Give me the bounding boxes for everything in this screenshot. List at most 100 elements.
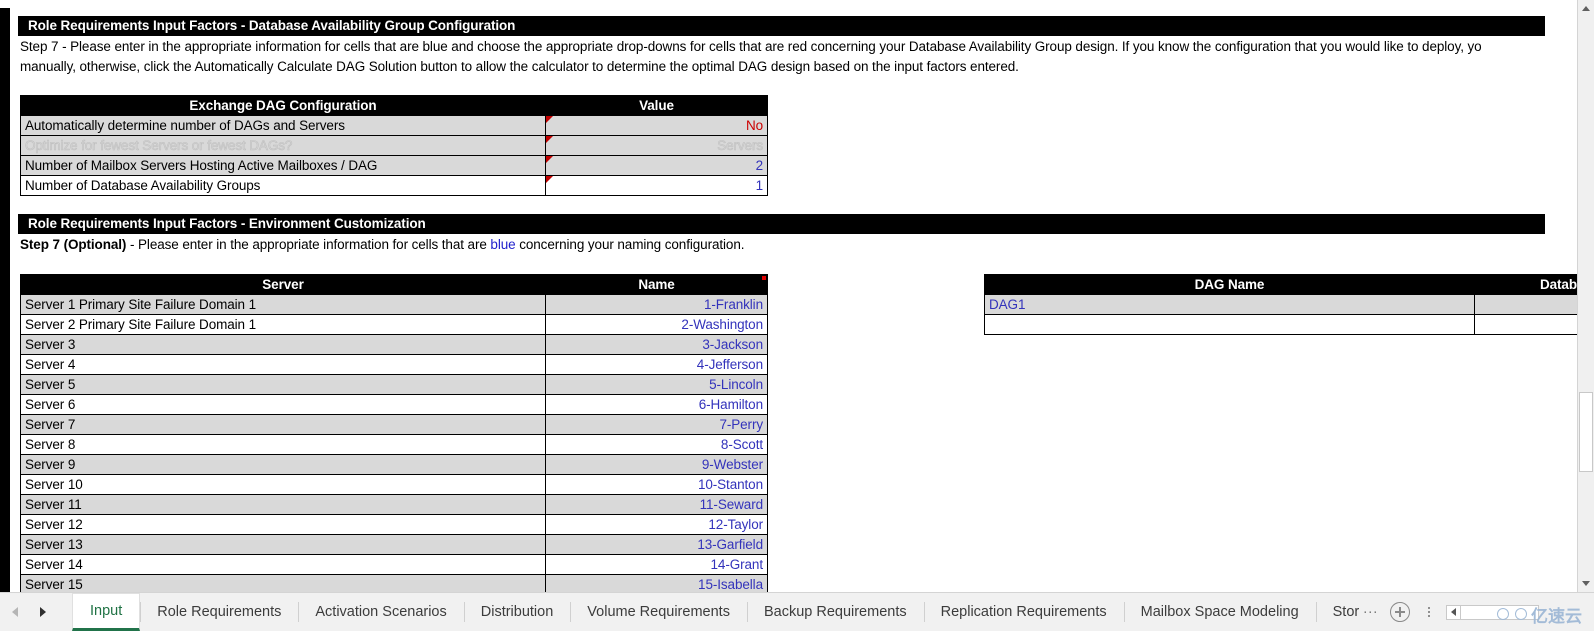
sheet-nav-arrows[interactable] [0, 593, 72, 631]
tab-role-requirements[interactable]: Role Requirements [140, 593, 298, 631]
table-header-row: Exchange DAG Configuration Value [20, 95, 768, 116]
dag-config-label-cell: Optimize for fewest Servers or fewest DA… [20, 135, 546, 156]
table-row[interactable]: Server 2 Primary Site Failure Domain 1 2-… [20, 314, 768, 335]
server-name-cell[interactable]: 2-Washington [545, 314, 768, 335]
dag-database-cell[interactable] [1474, 294, 1577, 315]
server-label-cell: Server 4 [20, 354, 546, 375]
scroll-down-button[interactable] [1578, 575, 1594, 592]
tab-activation-scenarios[interactable]: Activation Scenarios [298, 593, 463, 631]
server-name-cell[interactable]: 4-Jefferson [545, 354, 768, 375]
table-row[interactable]: Server 5 5-Lincoln [20, 374, 768, 395]
server-naming-table[interactable]: Server Name Server 1 Primary Site Failur… [20, 274, 768, 592]
server-label-cell: Server 6 [20, 394, 546, 415]
table-row[interactable]: Server 12 12-Taylor [20, 514, 768, 535]
server-name-cell[interactable]: 7-Perry [545, 414, 768, 435]
sheet-options-kebab-icon[interactable] [1428, 607, 1431, 617]
table-row[interactable]: Server 6 6-Hamilton [20, 394, 768, 415]
table-row[interactable]: Optimize for fewest Servers or fewest DA… [20, 135, 768, 156]
vertical-scrollbar-thumb[interactable] [1579, 392, 1593, 472]
section-header-environment-customization: Role Requirements Input Factors - Enviro… [18, 214, 1545, 234]
server-name-cell[interactable]: 5-Lincoln [545, 374, 768, 395]
table-row[interactable]: Number of Mailbox Servers Hosting Active… [20, 155, 768, 176]
dag-config-value-cell[interactable]: Servers [545, 135, 768, 156]
section-header-dag-configuration: Role Requirements Input Factors - Databa… [18, 16, 1545, 36]
vertical-scrollbar[interactable] [1577, 0, 1594, 592]
server-label-cell: Server 13 [20, 534, 546, 555]
dag-config-value-cell[interactable]: 1 [545, 175, 768, 196]
table-row[interactable]: Server 4 4-Jefferson [20, 354, 768, 375]
dag-name-cell[interactable]: DAG1 [984, 294, 1475, 315]
table-row[interactable]: Automatically determine number of DAGs a… [20, 115, 768, 136]
table-row[interactable] [984, 314, 1577, 335]
server-name-cell[interactable]: 3-Jackson [545, 334, 768, 355]
table-row[interactable]: Server 10 10-Stanton [20, 474, 768, 495]
dag-config-value-cell[interactable]: No [545, 115, 768, 136]
table-row[interactable]: Server 7 7-Perry [20, 414, 768, 435]
table-row[interactable]: Number of Database Availability Groups 1 [20, 175, 768, 196]
dag-name-cell[interactable] [984, 314, 1475, 335]
dag-config-label-cell: Number of Database Availability Groups [20, 175, 546, 196]
server-label-cell: Server 12 [20, 514, 546, 535]
server-name-cell[interactable]: 15-Isabella [545, 574, 768, 592]
section2-step-label: Step 7 (Optional) [20, 237, 127, 252]
server-name-cell[interactable]: 10-Stanton [545, 474, 768, 495]
table-row[interactable]: Server 14 14-Grant [20, 554, 768, 575]
scroll-up-button[interactable] [1578, 0, 1594, 17]
tab-stor[interactable]: Stor [1315, 593, 1364, 631]
dag-config-label-cell: Automatically determine number of DAGs a… [20, 115, 546, 136]
server-name-cell[interactable]: 12-Taylor [545, 514, 768, 535]
sheet-left-gutter [0, 8, 10, 592]
dag-configuration-table[interactable]: Exchange DAG Configuration Value Automat… [20, 95, 768, 196]
previous-sheet-arrow-icon[interactable] [12, 607, 18, 617]
dag-database-cell[interactable] [1474, 314, 1577, 335]
worksheet-grid[interactable]: Role Requirements Input Factors - Databa… [0, 0, 1577, 592]
column-header-name: Name [545, 274, 768, 295]
column-header-dag-name: DAG Name [984, 274, 1475, 295]
server-label-cell: Server 10 [20, 474, 546, 495]
table-row[interactable]: Server 1 Primary Site Failure Domain 1 1-… [20, 294, 768, 315]
tab-overflow-ellipsis[interactable]: ... [1363, 601, 1384, 623]
next-sheet-arrow-icon[interactable] [40, 607, 46, 617]
dag-name-table[interactable]: DAG Name Datab DAG1 [984, 274, 1577, 335]
dag-config-label-cell: Number of Mailbox Servers Hosting Active… [20, 155, 546, 176]
server-label-cell: Server 15 [20, 574, 546, 592]
table-row[interactable]: Server 13 13-Garfield [20, 534, 768, 555]
table-row[interactable]: Server 9 9-Webster [20, 454, 768, 475]
table-row[interactable]: Server 15 15-Isabella [20, 574, 768, 592]
server-name-cell[interactable]: 6-Hamilton [545, 394, 768, 415]
tab-mailbox-space-modeling[interactable]: Mailbox Space Modeling [1123, 593, 1316, 631]
sheet-tabs[interactable]: Input Role Requirements Activation Scenari… [72, 593, 1363, 631]
chevron-down-icon [1582, 581, 1590, 586]
dag-config-value-cell[interactable]: 2 [545, 155, 768, 176]
table-row[interactable]: Server 11 11-Seward [20, 494, 768, 515]
column-header-value: Value [545, 95, 768, 116]
tab-volume-requirements[interactable]: Volume Requirements [570, 593, 747, 631]
section2-description: Step 7 (Optional) - Please enter in the … [20, 235, 1220, 255]
table-row[interactable]: Server 8 8-Scott [20, 434, 768, 455]
server-label-cell: Server 7 [20, 414, 546, 435]
section2-description-blue-word: blue [490, 237, 516, 252]
server-name-cell[interactable]: 1-Franklin [545, 294, 768, 315]
scroll-left-button[interactable] [1446, 604, 1462, 620]
sheet-top-margin [0, 0, 1577, 8]
server-name-cell[interactable]: 14-Grant [545, 554, 768, 575]
tab-replication-requirements[interactable]: Replication Requirements [923, 593, 1124, 631]
server-label-cell: Server 9 [20, 454, 546, 475]
add-sheet-button[interactable] [1390, 602, 1411, 622]
tab-distribution[interactable]: Distribution [463, 593, 571, 631]
server-name-cell[interactable]: 9-Webster [545, 454, 768, 475]
excel-worksheet-window: Role Requirements Input Factors - Databa… [0, 0, 1594, 631]
section2-description-suffix: concerning your naming configuration. [515, 237, 745, 252]
tab-backup-requirements[interactable]: Backup Requirements [746, 593, 924, 631]
tab-input[interactable]: Input [72, 593, 141, 631]
server-name-cell[interactable]: 13-Garfield [545, 534, 768, 555]
table-row[interactable]: DAG1 [984, 294, 1577, 315]
server-name-cell[interactable]: 8-Scott [545, 434, 768, 455]
sheet-tab-bar[interactable]: Input Role Requirements Activation Scenari… [0, 592, 1594, 631]
chevron-left-icon [1451, 608, 1457, 616]
table-header-row: Server Name [20, 274, 768, 295]
server-name-cell[interactable]: 11-Seward [545, 494, 768, 515]
horizontal-scrollbar[interactable] [1446, 604, 1540, 620]
horizontal-scrollbar-track[interactable] [1461, 604, 1540, 620]
table-row[interactable]: Server 3 3-Jackson [20, 334, 768, 355]
